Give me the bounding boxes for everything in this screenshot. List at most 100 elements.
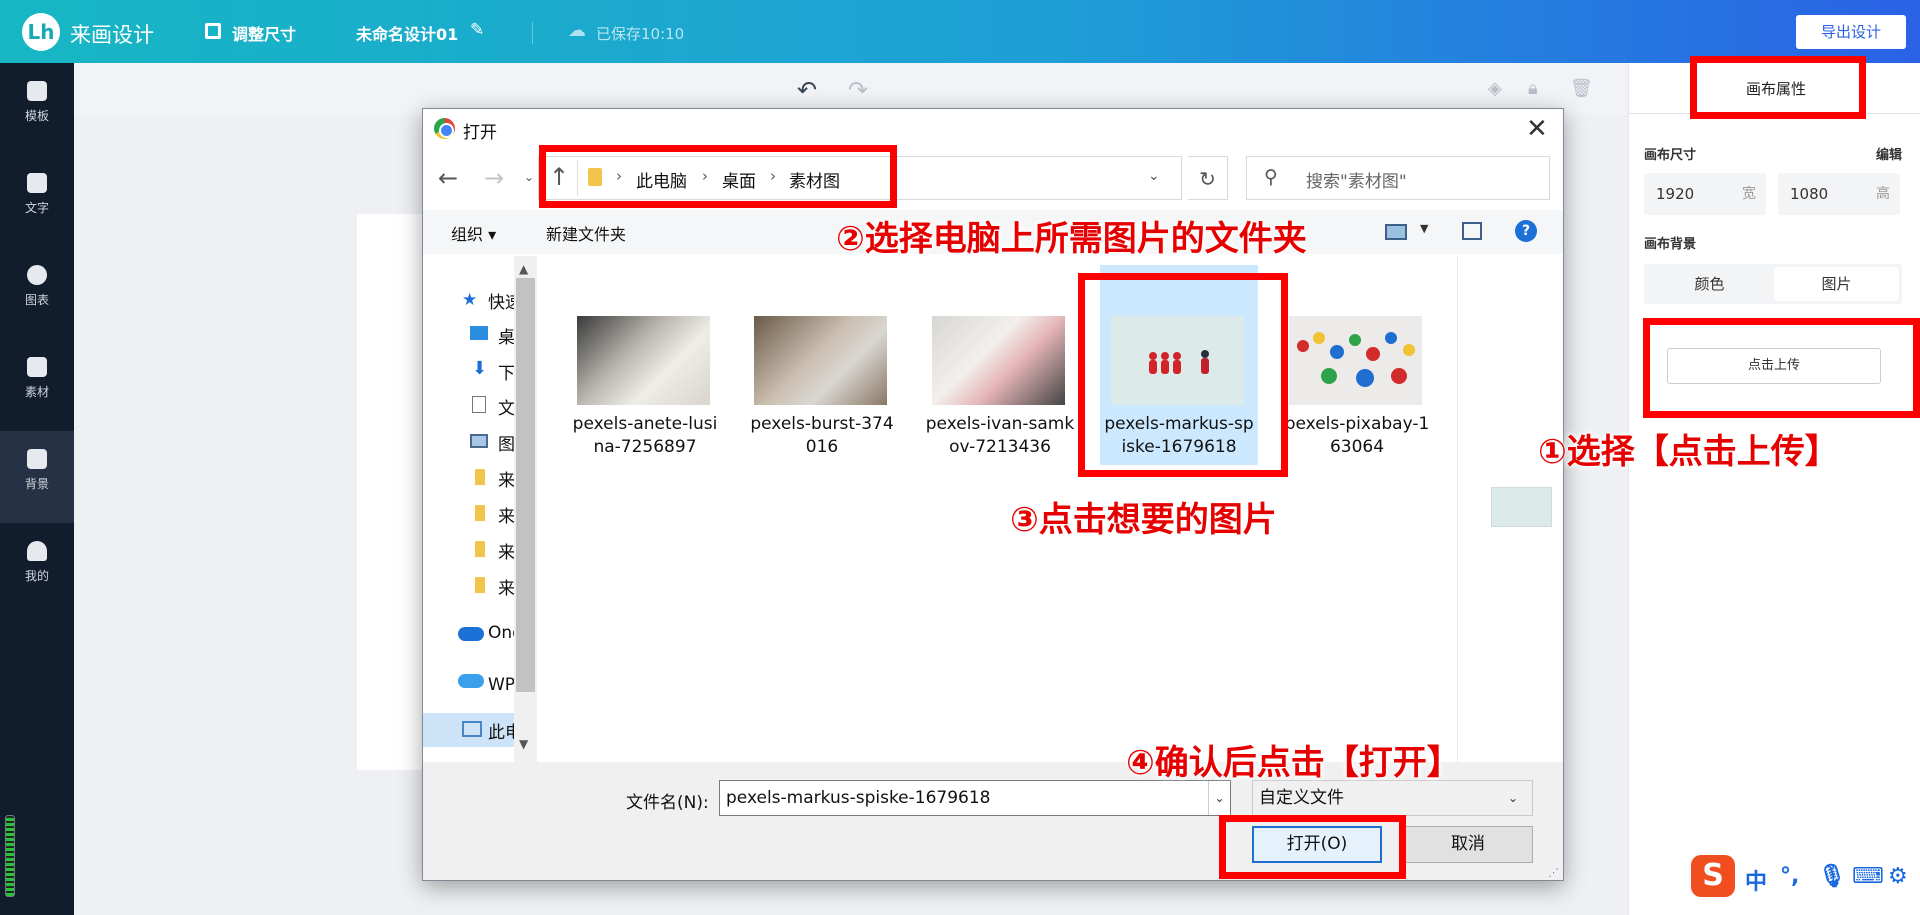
resize-button[interactable]: 调整尺寸 [232, 21, 296, 45]
sogou-logo[interactable]: S [1691, 855, 1735, 897]
export-design-button[interactable]: 导出设计 [1796, 15, 1906, 49]
chevron-down-icon[interactable]: ⌄ [1508, 780, 1518, 816]
canvas-background-label: 画布背景 [1644, 237, 1697, 252]
sidebar-item-charts[interactable]: 图表 [0, 247, 74, 323]
pencil-icon[interactable]: ✎ [470, 20, 484, 40]
file-name[interactable]: pexels-pixabay-163064 [1282, 413, 1432, 459]
help-icon[interactable]: ? [1515, 220, 1537, 242]
game-pieces-image [1297, 332, 1415, 387]
left-sidebar: 模板 文字 图表 素材 背景 我的 [0, 63, 74, 915]
edit-size-link[interactable]: 编辑 [1876, 144, 1902, 163]
scroll-up-icon[interactable]: ▲ [519, 262, 528, 276]
folder-icon [475, 577, 485, 593]
organize-button[interactable]: 组织 ▾ [451, 221, 496, 245]
document-icon [472, 396, 486, 413]
preview-divider [1457, 256, 1458, 762]
upload-cloud-icon [27, 541, 47, 561]
canvas-height-field[interactable]: 1080 高 [1778, 173, 1900, 215]
ime-punctuation[interactable]: °, [1780, 864, 1799, 889]
preview-pane-icon[interactable] [1462, 222, 1482, 240]
nav-folder[interactable]: 来画 [498, 538, 514, 563]
nav-desktop[interactable]: 桌面 [498, 323, 514, 348]
save-status: 已保存10:10 [596, 25, 685, 43]
file-thumbnail[interactable] [1289, 316, 1422, 405]
highlight-address-bar [539, 145, 897, 208]
nav-scroll-thumb[interactable] [516, 278, 535, 692]
file-name[interactable]: pexels-anete-lusina-7256897 [570, 413, 720, 459]
sidebar-item-label: 素材 [24, 385, 49, 399]
lock-icon[interactable]: 🔒︎ [1528, 78, 1538, 99]
background-icon [27, 449, 47, 469]
resize-grip-icon[interactable]: ⋰ [1548, 866, 1559, 879]
view-dropdown-icon[interactable]: ▼ [1420, 222, 1428, 235]
search-placeholder: 搜索"素材图" [1306, 172, 1407, 192]
undo-icon[interactable]: ↶ [797, 76, 817, 104]
trash-icon[interactable]: 🗑︎ [1570, 78, 1593, 99]
microphone-icon[interactable]: 🎙︎ [1818, 864, 1846, 889]
text-icon [27, 173, 47, 193]
nav-folder[interactable]: 来画 [498, 466, 514, 491]
filename-input[interactable]: pexels-markus-spiske-1679618 [719, 780, 1231, 816]
back-arrow-icon[interactable]: ← [438, 164, 458, 192]
assets-icon [27, 357, 47, 377]
dialog-title: 打开 [463, 123, 497, 143]
annotation-step-3: ③点击想要的图片 [1010, 500, 1277, 540]
forward-arrow-icon[interactable]: → [484, 164, 504, 192]
sidebar-item-text[interactable]: 文字 [0, 155, 74, 231]
file-type-select[interactable]: 自定义文件 [1252, 780, 1533, 816]
chevron-down-icon[interactable]: ⌄ [1208, 781, 1230, 815]
sidebar-item-mine[interactable]: 我的 [0, 523, 74, 599]
pictures-icon [470, 434, 488, 448]
file-thumbnail[interactable] [577, 316, 710, 405]
file-name[interactable]: pexels-ivan-samkov-7213436 [925, 413, 1075, 459]
canvas-size-label: 画布尺寸 [1644, 148, 1697, 163]
sidebar-item-assets[interactable]: 素材 [0, 339, 74, 415]
canvas-width-field[interactable]: 1920 宽 [1644, 173, 1766, 215]
nav-folder[interactable]: 来画 [498, 502, 514, 527]
nav-pictures[interactable]: 图片 [498, 430, 514, 455]
nav-this-pc[interactable]: 此电脑 [488, 718, 514, 743]
height-unit: 高 [1876, 186, 1890, 202]
chart-icon [27, 265, 47, 285]
filename-label: 文件名(N): [626, 793, 709, 813]
nav-folder[interactable]: 来画 [498, 574, 514, 599]
layers-icon[interactable]: ◈ [1488, 78, 1502, 99]
new-folder-button[interactable]: 新建文件夹 [546, 221, 626, 245]
width-unit: 宽 [1742, 186, 1756, 202]
highlight-open-button [1219, 815, 1406, 879]
ime-mode-toggle[interactable]: 中 [1745, 864, 1767, 896]
nav-quick-access[interactable]: 快速访问 [488, 288, 514, 313]
template-icon [27, 81, 47, 101]
keyboard-icon[interactable]: ⌨ [1852, 864, 1884, 889]
file-thumbnail[interactable] [754, 316, 887, 405]
bg-color-option[interactable]: 颜色 [1647, 267, 1772, 301]
scroll-down-icon[interactable]: ▼ [519, 737, 528, 751]
chevron-down-icon[interactable]: ⌄ [1148, 168, 1160, 184]
app-logo[interactable]: Lh [22, 13, 60, 51]
nav-documents[interactable]: 文档 [498, 394, 514, 419]
view-icon[interactable] [1385, 224, 1407, 240]
search-icon: ⚲ [1264, 166, 1278, 188]
desktop-icon [470, 326, 488, 340]
highlight-canvas-properties [1690, 56, 1866, 119]
nav-wps-cloud[interactable]: WPS网盘 [488, 670, 514, 695]
recent-locations-icon[interactable]: ⌄ [524, 170, 534, 184]
bg-image-option[interactable]: 图片 [1774, 267, 1899, 301]
design-name[interactable]: 未命名设计01 [356, 21, 458, 45]
settings-icon[interactable]: ⚙ [1888, 864, 1908, 889]
refresh-icon[interactable]: ↻ [1188, 156, 1228, 200]
sidebar-item-background[interactable]: 背景 [0, 431, 74, 523]
nav-onedrive[interactable]: OneDrive [488, 623, 514, 643]
resize-icon[interactable] [205, 23, 221, 39]
canvas-height-value: 1080 [1790, 185, 1829, 203]
sidebar-item-label: 背景 [24, 477, 49, 491]
close-icon[interactable]: ✕ [1526, 114, 1548, 144]
sidebar-item-templates[interactable]: 模板 [0, 63, 74, 139]
chrome-icon [434, 118, 455, 139]
nav-downloads[interactable]: 下载 [498, 359, 514, 384]
file-thumbnail[interactable] [932, 316, 1065, 405]
file-name[interactable]: pexels-burst-374016 [747, 413, 897, 459]
redo-icon[interactable]: ↷ [848, 76, 868, 104]
cancel-button[interactable]: 取消 [1403, 826, 1533, 863]
cloud-icon [458, 674, 484, 688]
